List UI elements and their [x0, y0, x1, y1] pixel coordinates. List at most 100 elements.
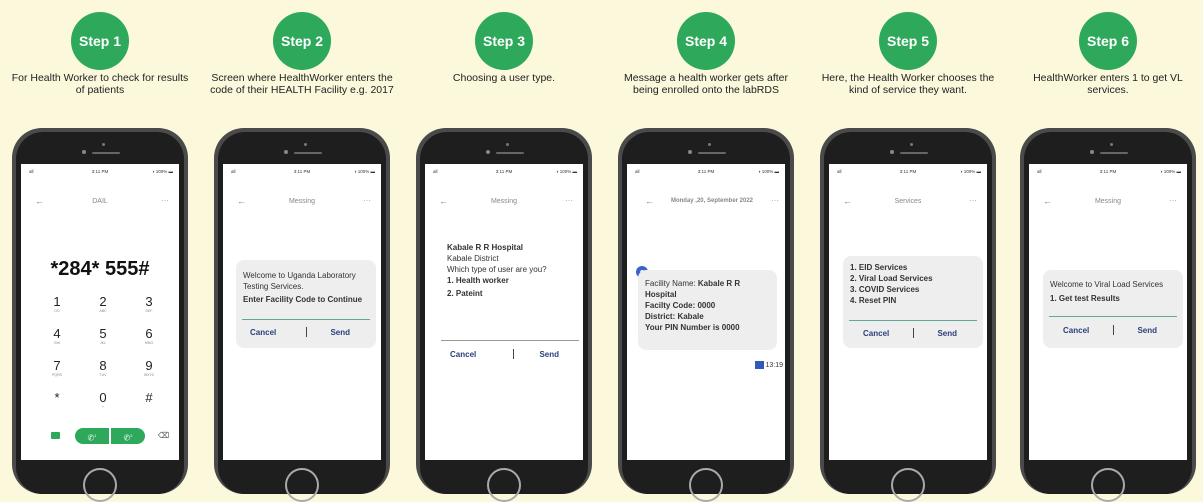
more-icon[interactable]: ··· — [161, 196, 169, 205]
home-button[interactable] — [689, 468, 723, 502]
screen-title: DAIL — [92, 198, 108, 205]
step-description: HealthWorker enters 1 to get VL services… — [1033, 72, 1183, 96]
step-column-4: Step 4 Message a health worker gets afte… — [606, 0, 806, 502]
step-badge: Step 5 — [879, 12, 937, 70]
send-button[interactable]: Send — [330, 328, 350, 337]
backspace-icon[interactable]: ⌫ — [158, 431, 169, 440]
camera-icon — [890, 150, 894, 154]
more-icon[interactable]: ··· — [969, 196, 977, 205]
dial-key-star[interactable]: * — [37, 390, 77, 405]
cancel-button[interactable]: Cancel — [450, 350, 476, 359]
top-bar: ← Monday ,20, September 2022 ··· — [627, 196, 785, 210]
speaker-grille — [698, 152, 726, 154]
home-button[interactable] — [1091, 468, 1125, 502]
message-line: Your PIN Number is 0000 — [645, 323, 740, 332]
ussd-dialog: 1. EID Services 2. Viral Load Services 3… — [843, 256, 983, 348]
status-bar: all 3:11 PM ◑ 100% ▬ — [627, 167, 785, 177]
step-description: Here, the Health Worker chooses the kind… — [821, 72, 995, 96]
battery-indicator: ◑ 100% ▬ — [757, 169, 779, 174]
video-call-icon[interactable] — [51, 432, 60, 439]
sensor-dot — [102, 143, 105, 146]
call-sim2-button[interactable]: ✆2 — [111, 428, 145, 444]
status-bar: all 3:11 PM ◑ 100% ▬ — [425, 167, 583, 177]
step-column-2: Step 2 Screen where HealthWorker enters … — [202, 0, 402, 502]
dial-key-9[interactable]: 9 WXYZ — [129, 358, 169, 377]
dialog-line: Testing Services. — [243, 282, 304, 291]
home-button[interactable] — [83, 468, 117, 502]
camera-icon — [1090, 150, 1094, 154]
sensor-dot — [708, 143, 711, 146]
phone-screen: all 3:11 PM ◑ 100% ▬ ← Monday ,20, Septe… — [627, 164, 785, 460]
phone-frame: all 3:11 PM ◑ 100% ▬ ← DAIL ··· *284* 55… — [12, 128, 188, 502]
ussd-dialog: Welcome to Uganda Laboratory Testing Ser… — [236, 260, 376, 348]
sensor-dot — [1110, 143, 1113, 146]
send-button[interactable]: Send — [539, 350, 559, 359]
dial-keypad: 1 OO 2 ABC 3 DEF 4 GHI 5 JKL 6 MNO 7 PQRS 8 TUV 9 WXYZ * 0 +… — [21, 294, 179, 434]
service-option: 3. COVID Services — [850, 285, 920, 294]
sensor-dot — [304, 143, 307, 146]
dialog-prompt: Enter Facility Code to Continue — [243, 295, 363, 304]
dial-key-7[interactable]: 7 PQRS — [37, 358, 77, 377]
screen-title: Messing — [288, 198, 316, 205]
step-badge: Step 1 — [71, 12, 129, 70]
back-arrow-icon[interactable]: ← — [645, 196, 654, 206]
home-button[interactable] — [285, 468, 319, 502]
dial-key-8[interactable]: 8 TUV — [83, 358, 123, 377]
battery-indicator: ◑ 100% ▬ — [151, 169, 173, 174]
top-bar: ← Messing ··· — [425, 196, 583, 210]
top-bar: ← Messing ··· — [1029, 196, 1187, 210]
call-row: ✆1 ✆2 ⌫ — [21, 428, 179, 448]
reply-input[interactable] — [1049, 316, 1177, 317]
phone-screen: all 3:11 PM ◑ 100% ▬ ← Messing ··· Kabal… — [425, 164, 583, 460]
step-badge: Step 6 — [1079, 12, 1137, 70]
step-badge: Step 3 — [475, 12, 533, 70]
dialog-line: Welcome to Viral Load Services — [1050, 280, 1164, 289]
reply-input[interactable] — [242, 319, 370, 320]
step-description: Choosing a user type. — [452, 72, 556, 84]
reply-input[interactable] — [441, 340, 579, 341]
dial-key-2[interactable]: 2 ABC — [83, 294, 123, 313]
camera-icon — [486, 150, 490, 154]
screen-title: Messing — [490, 198, 518, 205]
service-option: 1. EID Services — [850, 263, 908, 272]
speaker-grille — [496, 152, 524, 154]
cancel-button[interactable]: Cancel — [250, 328, 276, 337]
dialog-line: Welcome to Uganda Laboratory — [243, 271, 356, 280]
dial-key-0[interactable]: 0 + — [83, 390, 123, 409]
dial-key-6[interactable]: 6 MNO — [129, 326, 169, 345]
option-health-worker: 1. Health worker — [447, 276, 509, 285]
step-column-3: Step 3 Choosing a user type. all 3:11 PM… — [404, 0, 604, 502]
send-button[interactable]: Send — [937, 329, 957, 338]
status-bar: all 3:11 PM ◑ 100% ▬ — [829, 167, 987, 177]
phone-frame: all 3:11 PM ◑ 100% ▬ ← Messing ··· Welco… — [214, 128, 390, 502]
screen-title: Monday ,20, September 2022 — [670, 198, 754, 204]
battery-indicator: ◑ 100% ▬ — [353, 169, 375, 174]
camera-icon — [82, 150, 86, 154]
more-icon[interactable]: ··· — [363, 196, 371, 205]
screen-title: Services — [894, 198, 922, 205]
cancel-button[interactable]: Cancel — [863, 329, 889, 338]
cancel-button[interactable]: Cancel — [1063, 326, 1089, 335]
more-icon[interactable]: ··· — [1169, 196, 1177, 205]
call-sim1-button[interactable]: ✆1 — [75, 428, 109, 444]
home-button[interactable] — [487, 468, 521, 502]
dial-key-4[interactable]: 4 GHI — [37, 326, 77, 345]
phone-frame: all 3:11 PM ◑ 100% ▬ ← Messing ··· Welco… — [1020, 128, 1196, 502]
dial-key-5[interactable]: 5 JKL — [83, 326, 123, 345]
speaker-grille — [1100, 152, 1128, 154]
message-time: 13:19 — [765, 361, 783, 369]
dial-key-hash[interactable]: # — [129, 390, 169, 405]
step-column-1: Step 1 For Health Worker to check for re… — [0, 0, 200, 502]
ussd-dialog: Welcome to Viral Load Services 1. Get te… — [1043, 270, 1183, 348]
more-icon[interactable]: ··· — [565, 196, 573, 205]
message-line: Facilty Code: 0000 — [645, 301, 716, 310]
dial-key-1[interactable]: 1 OO — [37, 294, 77, 313]
send-button[interactable]: Send — [1137, 326, 1157, 335]
more-icon[interactable]: ··· — [771, 196, 779, 205]
reply-input[interactable] — [849, 320, 977, 321]
battery-indicator: ◑ 100% ▬ — [1159, 169, 1181, 174]
dial-key-3[interactable]: 3 DEF — [129, 294, 169, 313]
home-button[interactable] — [891, 468, 925, 502]
status-bar: all 3:11 PM ◑ 100% ▬ — [1029, 167, 1187, 177]
option-patient: 2. Pateint — [447, 289, 483, 298]
